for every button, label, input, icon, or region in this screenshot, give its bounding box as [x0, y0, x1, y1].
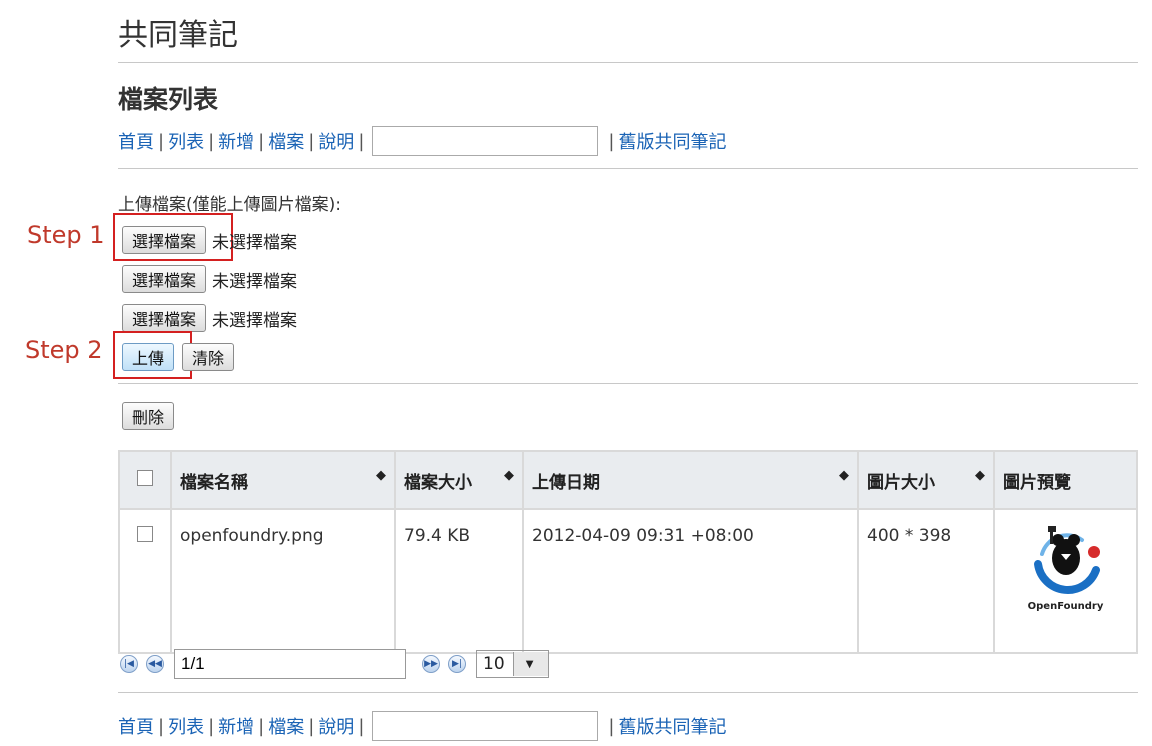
row-select-cell [118, 508, 172, 654]
clear-button[interactable]: 清除 [182, 343, 235, 371]
select-all-checkbox[interactable] [137, 469, 153, 486]
nav-home-link[interactable]: 首頁 [118, 128, 154, 154]
select-all-cell [118, 450, 172, 510]
nav-files-link[interactable]: 檔案 [268, 713, 304, 739]
image-dimensions-cell: 400 * 398 [857, 508, 995, 654]
step1-annotation: Step 1 [27, 221, 105, 249]
file-input-3: 選擇檔案 未選擇檔案 [122, 303, 297, 333]
file-input-2: 選擇檔案 未選擇檔案 [122, 264, 297, 294]
page-number-input[interactable] [174, 649, 406, 679]
nav-help-link[interactable]: 說明 [318, 713, 354, 739]
old-version-link[interactable]: 舊版共同筆記 [618, 713, 726, 739]
file-name-cell: openfoundry.png [170, 508, 396, 654]
divider [118, 168, 1138, 169]
bottom-nav: 首頁 | 列表 | 新增 | 檔案 | 說明 | | 舊版共同筆記 [118, 709, 726, 743]
next-page-icon[interactable]: ▶▶ [422, 655, 440, 673]
bear-logo-icon [1033, 526, 1100, 594]
file-size-cell: 79.4 KB [394, 508, 524, 654]
file-status-3: 未選擇檔案 [212, 310, 298, 331]
step2-annotation: Step 2 [25, 336, 103, 364]
pager: |◀ ◀◀ ▶▶ ▶| 10 ▼ [120, 648, 549, 680]
old-version-link[interactable]: 舊版共同筆記 [618, 128, 726, 154]
sort-icon: ◆ [376, 467, 386, 483]
nav-list-link[interactable]: 列表 [168, 128, 204, 154]
upload-date-cell: 2012-04-09 09:31 +08:00 [522, 508, 859, 654]
nav-search-input[interactable] [372, 126, 599, 156]
delete-actions: 刪除 [122, 401, 175, 431]
page-size-select[interactable]: 10 ▼ [476, 650, 549, 678]
nav-new-link[interactable]: 新增 [218, 128, 254, 154]
nav-files-link[interactable]: 檔案 [268, 128, 304, 154]
files-table: 檔案名稱 ◆ 檔案大小 ◆ 上傳日期 ◆ 圖片大小 ◆ 圖片預覽 openfoundry… [118, 450, 1138, 654]
divider [118, 692, 1138, 693]
file-status-1: 未選擇檔案 [212, 232, 298, 253]
column-header-date[interactable]: 上傳日期 ◆ [522, 450, 859, 510]
sort-icon: ◆ [839, 467, 849, 483]
nav-home-link[interactable]: 首頁 [118, 713, 154, 739]
preview-cell: OpenFoundry [993, 508, 1138, 654]
nav-search-input[interactable] [372, 711, 599, 741]
previous-page-icon[interactable]: ◀◀ [146, 655, 164, 673]
page-heading: 檔案列表 [118, 85, 219, 114]
column-header-preview: 圖片預覽 [993, 450, 1138, 510]
file-status-2: 未選擇檔案 [212, 271, 298, 292]
upload-button[interactable]: 上傳 [122, 343, 175, 371]
choose-file-button-2[interactable]: 選擇檔案 [122, 265, 207, 293]
top-nav: 首頁 | 列表 | 新增 | 檔案 | 說明 | | 舊版共同筆記 [118, 124, 726, 158]
site-title: 共同筆記 [118, 18, 238, 53]
first-page-icon[interactable]: |◀ [120, 655, 138, 673]
table-row: openfoundry.png 79.4 KB 2012-04-09 09:31… [118, 508, 1138, 654]
table-header-row: 檔案名稱 ◆ 檔案大小 ◆ 上傳日期 ◆ 圖片大小 ◆ 圖片預覽 [118, 450, 1138, 510]
delete-button[interactable]: 刪除 [122, 402, 175, 430]
column-header-size[interactable]: 檔案大小 ◆ [394, 450, 524, 510]
nav-help-link[interactable]: 說明 [318, 128, 354, 154]
row-checkbox[interactable] [137, 526, 153, 542]
file-input-1: 選擇檔案 未選擇檔案 [122, 225, 297, 255]
nav-new-link[interactable]: 新增 [218, 713, 254, 739]
choose-file-button-3[interactable]: 選擇檔案 [122, 304, 207, 332]
choose-file-button-1[interactable]: 選擇檔案 [122, 226, 207, 254]
column-header-dimensions[interactable]: 圖片大小 ◆ [857, 450, 995, 510]
divider [118, 62, 1138, 63]
sort-icon: ◆ [504, 467, 514, 483]
last-page-icon[interactable]: ▶| [448, 655, 466, 673]
openfoundry-logo-thumbnail[interactable] [1018, 518, 1114, 603]
nav-list-link[interactable]: 列表 [168, 713, 204, 739]
sort-icon: ◆ [975, 467, 985, 483]
upload-label: 上傳檔案(僅能上傳圖片檔案): [118, 195, 341, 215]
upload-actions: 上傳 清除 [122, 342, 235, 372]
chevron-down-icon: ▼ [512, 652, 548, 676]
divider [118, 383, 1138, 384]
column-header-name[interactable]: 檔案名稱 ◆ [170, 450, 396, 510]
